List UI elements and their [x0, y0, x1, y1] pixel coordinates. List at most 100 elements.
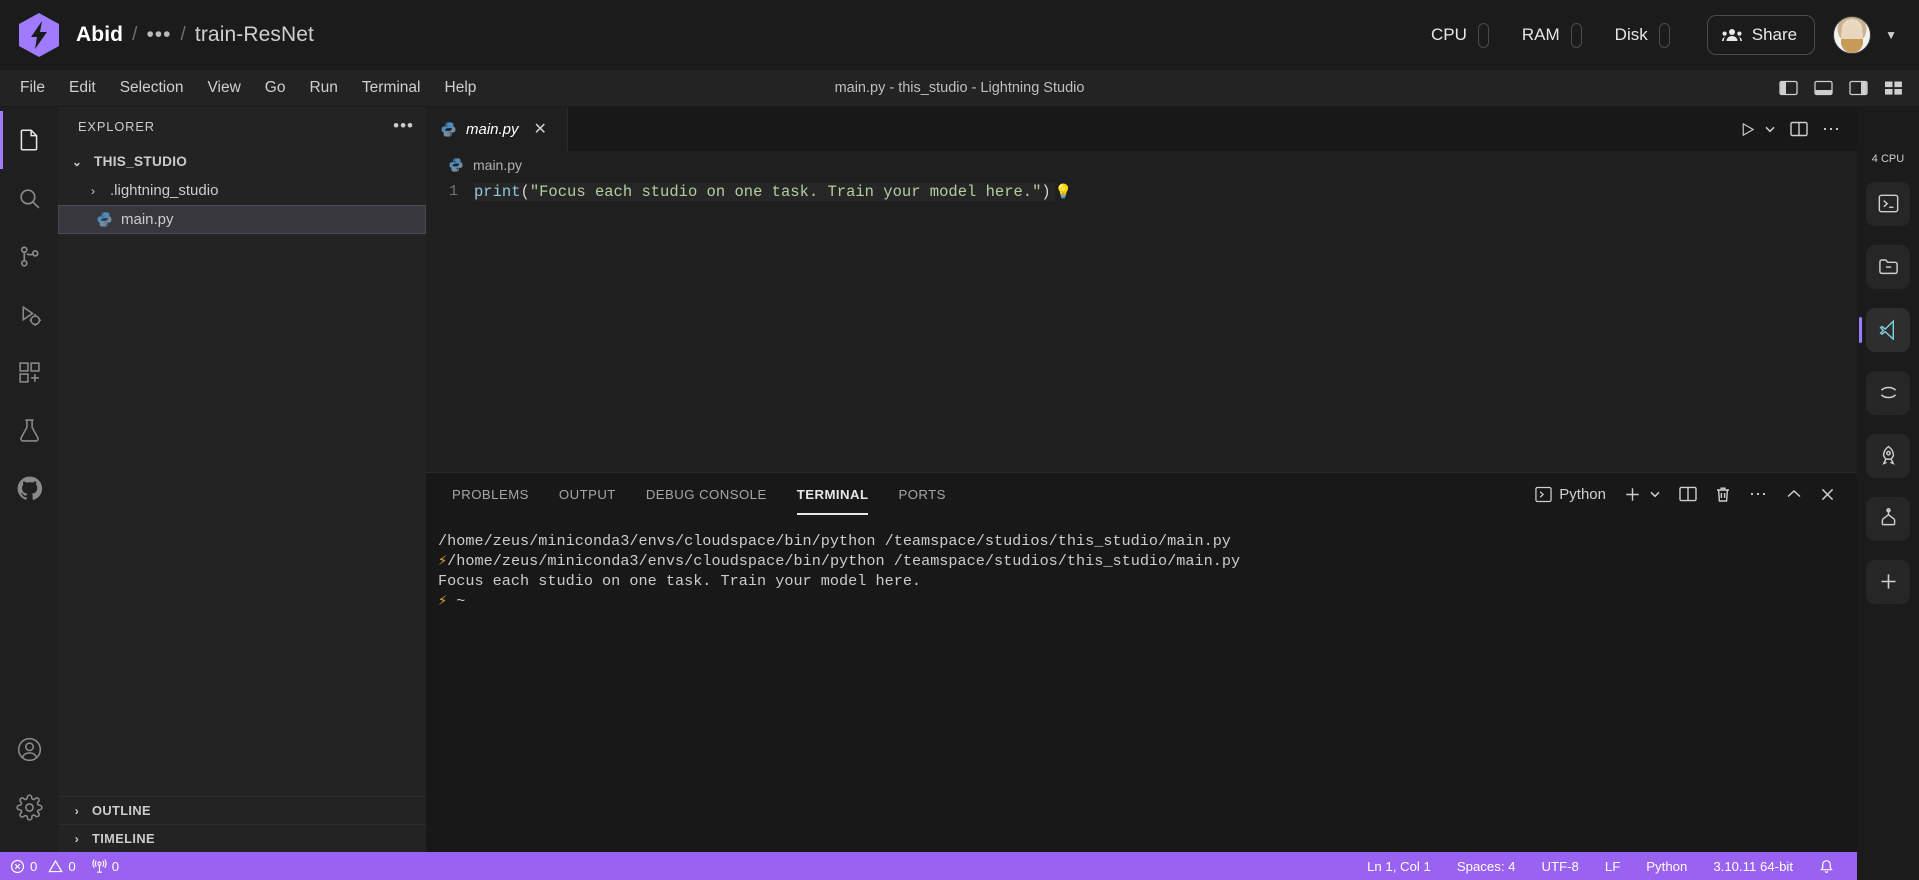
cpu-meter[interactable]: CPU: [1431, 22, 1489, 48]
code-line-1: 1 print("Focus each studio on one task. …: [426, 183, 1857, 207]
tab-ports[interactable]: PORTS: [898, 473, 945, 515]
statusbar-row: 0 0 0 Ln 1, Col 1 Spaces: 4 UTF-8 LF Pyt…: [0, 852, 1919, 880]
menubar: File Edit Selection View Go Run Terminal…: [0, 75, 488, 101]
views-and-more-icon[interactable]: ⋯: [1749, 484, 1768, 505]
tab-label-main-py: main.py: [466, 120, 519, 138]
sidebar-item-settings[interactable]: [0, 778, 58, 836]
menu-terminal[interactable]: Terminal: [350, 75, 433, 101]
python-file-icon: [448, 157, 465, 174]
breadcrumb-file-label[interactable]: main.py: [473, 157, 522, 173]
chevron-right-icon: ›: [91, 183, 95, 198]
tree-label-lightning-studio: .lightning_studio: [110, 182, 219, 199]
terminal-line-1: /home/zeus/miniconda3/envs/cloudspace/bi…: [438, 532, 1231, 550]
breadcrumb-ellipsis[interactable]: •••: [146, 24, 171, 45]
sidebar-item-search[interactable]: [0, 169, 58, 227]
sidebar-item-run-and-debug[interactable]: [0, 285, 58, 343]
file-tree: ⌄ THIS_STUDIO › .lightning_studio main.p…: [58, 145, 426, 796]
sidebar-item-accounts[interactable]: [0, 720, 58, 778]
status-eol[interactable]: LF: [1592, 859, 1633, 874]
tree-row-main-py[interactable]: main.py: [58, 205, 426, 234]
breadcrumb-owner[interactable]: Abid: [76, 23, 123, 47]
menu-help[interactable]: Help: [433, 75, 489, 101]
status-ports[interactable]: 0: [92, 859, 119, 874]
chevron-down-icon: ⌄: [71, 154, 83, 169]
terminal-shell-selector[interactable]: Python: [1535, 486, 1606, 503]
split-terminal-icon[interactable]: [1679, 486, 1697, 502]
tab-output[interactable]: OUTPUT: [559, 473, 616, 515]
toggle-secondary-sidebar-icon[interactable]: [1849, 80, 1868, 96]
tab-terminal[interactable]: TERMINAL: [796, 473, 869, 515]
maximize-panel-icon[interactable]: [1786, 488, 1802, 500]
rail-item-jupyter[interactable]: [1866, 370, 1910, 415]
avatar[interactable]: [1833, 16, 1872, 54]
tab-main-py[interactable]: main.py ✕: [426, 107, 568, 151]
chevron-down-icon[interactable]: ▼: [1885, 28, 1897, 42]
disk-gauge-icon: [1658, 22, 1670, 48]
token-string: "Focus each studio on one task. Train yo…: [529, 183, 1042, 201]
token-function: print: [474, 183, 521, 201]
bell-icon[interactable]: [1806, 859, 1847, 874]
toggle-panel-icon[interactable]: [1814, 80, 1833, 96]
status-encoding[interactable]: UTF-8: [1529, 859, 1592, 874]
more-actions-icon[interactable]: ⋯: [1822, 119, 1841, 140]
close-icon[interactable]: ✕: [534, 119, 547, 139]
menu-selection[interactable]: Selection: [108, 75, 196, 101]
run-python-file-icon[interactable]: [1739, 121, 1756, 138]
sidebar-item-source-control[interactable]: [0, 227, 58, 285]
rail-item-deploy[interactable]: [1866, 433, 1910, 478]
disk-meter[interactable]: Disk: [1615, 22, 1670, 48]
close-panel-icon[interactable]: [1820, 487, 1835, 502]
rail-item-file-browser[interactable]: [1866, 244, 1910, 289]
share-button[interactable]: Share: [1706, 15, 1816, 55]
sidebar-item-testing[interactable]: [0, 401, 58, 459]
editor-breadcrumb: main.py: [426, 151, 1857, 179]
rail-item-vscode[interactable]: [1859, 307, 1910, 352]
new-terminal-icon[interactable]: [1624, 486, 1641, 503]
sidebar-item-explorer[interactable]: [0, 111, 58, 169]
activity-bar: [0, 107, 58, 852]
status-python-interpreter[interactable]: 3.10.11 64-bit: [1700, 859, 1806, 874]
rail-item-terminal[interactable]: [1866, 181, 1910, 226]
menu-go[interactable]: Go: [253, 75, 298, 101]
lightbulb-icon[interactable]: 💡: [1055, 183, 1072, 200]
rail-item-model-api[interactable]: [1866, 496, 1910, 541]
explorer-more-icon[interactable]: •••: [393, 116, 414, 136]
terminal-line-2: ⚡/home/zeus/miniconda3/envs/cloudspace/b…: [438, 551, 1857, 571]
ram-meter[interactable]: RAM: [1522, 22, 1582, 48]
customize-layout-icon[interactable]: [1884, 80, 1903, 96]
menu-file[interactable]: File: [8, 75, 57, 101]
breadcrumb-project[interactable]: train-ResNet: [195, 23, 314, 47]
sidebar-section-timeline[interactable]: › TIMELINE: [58, 824, 426, 852]
status-language-mode[interactable]: Python: [1633, 859, 1700, 874]
terminal-profile-chevron-icon[interactable]: [1649, 488, 1661, 500]
menu-edit[interactable]: Edit: [57, 75, 108, 101]
breadcrumb: Abid / ••• / train-ResNet: [76, 23, 314, 47]
sidebar-item-extensions[interactable]: [0, 343, 58, 401]
code-editor[interactable]: 1 print("Focus each studio on one task. …: [426, 179, 1857, 472]
toggle-primary-sidebar-icon[interactable]: [1779, 80, 1798, 96]
tab-debug-console[interactable]: DEBUG CONSOLE: [646, 473, 767, 515]
status-indentation[interactable]: Spaces: 4: [1444, 859, 1529, 874]
menu-view[interactable]: View: [195, 75, 252, 101]
rail-item-add-plugin[interactable]: [1866, 559, 1910, 604]
sidebar-item-github[interactable]: [0, 459, 58, 517]
menu-run[interactable]: Run: [297, 75, 349, 101]
lightning-hex-logo-icon[interactable]: [18, 12, 60, 58]
breadcrumb-separator-1: /: [132, 24, 138, 45]
status-problems[interactable]: 0 0: [10, 859, 76, 874]
tab-problems[interactable]: PROBLEMS: [452, 473, 529, 515]
split-editor-icon[interactable]: [1790, 121, 1808, 137]
tree-row-lightning-studio[interactable]: › .lightning_studio: [58, 176, 426, 205]
tree-row-this-studio[interactable]: ⌄ THIS_STUDIO: [58, 147, 426, 176]
code-line-content[interactable]: print("Focus each studio on one task. Tr…: [474, 183, 1055, 201]
terminal-output[interactable]: /home/zeus/miniconda3/envs/cloudspace/bi…: [426, 515, 1857, 852]
python-file-icon: [96, 211, 113, 228]
sidebar-section-outline[interactable]: › OUTLINE: [58, 796, 426, 824]
warning-triangle-icon: [48, 859, 64, 874]
run-chevron-icon[interactable]: [1764, 123, 1776, 135]
kill-terminal-icon[interactable]: [1715, 486, 1731, 503]
status-cursor-position[interactable]: Ln 1, Col 1: [1354, 859, 1444, 874]
editor-tabbar: main.py ✕ ⋯: [426, 107, 1857, 151]
error-circle-icon: [10, 859, 25, 874]
statusbar-right-gap: [1857, 852, 1919, 880]
